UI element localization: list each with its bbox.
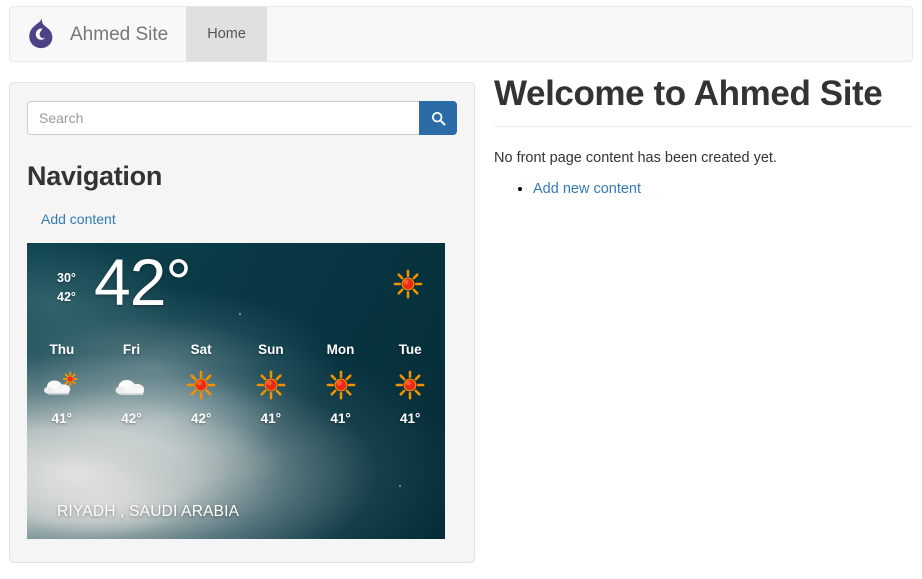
sun-icon — [306, 368, 376, 402]
sun-icon — [393, 269, 423, 299]
search-submit-button[interactable] — [419, 101, 457, 135]
forecast-day-name: Fri — [122, 341, 141, 357]
navbar-tabs: Home — [186, 7, 267, 61]
weather-high-low: 30° 42° — [57, 269, 76, 308]
forecast-day-name: Thu — [49, 341, 75, 357]
forecast-day: Mon 41° — [306, 343, 376, 426]
background-speck — [239, 312, 241, 315]
empty-state-text: No front page content has been created y… — [494, 150, 777, 167]
weather-high-temp: 42° — [57, 290, 76, 305]
forecast-day-temp: 42° — [190, 411, 212, 427]
forecast-day-temp: 41° — [260, 411, 282, 427]
tab-home[interactable]: Home — [186, 7, 267, 61]
forecast-day-name: Sat — [190, 341, 212, 357]
weather-forecast-row: Thu 41° Fri 42° Sat 42° Sun 41° Mon 41° … — [27, 343, 445, 426]
weather-location: RIYADH , SAUDI ARABIA — [57, 502, 240, 520]
forecast-day-name: Sun — [258, 341, 284, 357]
forecast-day: Tue 41° — [375, 343, 445, 426]
cloud-icon — [97, 368, 167, 402]
sun-icon — [236, 368, 306, 402]
drupal-drop-icon — [26, 17, 56, 51]
weather-low-temp: 30° — [57, 270, 76, 285]
forecast-day: Sun 41° — [236, 343, 306, 426]
sun-icon — [375, 368, 445, 402]
nav-link-add-content[interactable]: Add content — [27, 211, 116, 227]
navigation-heading: Navigation — [27, 161, 163, 191]
top-navbar: Ahmed Site Home — [9, 6, 913, 62]
forecast-day-name: Mon — [326, 341, 355, 357]
forecast-day-temp: 41° — [330, 411, 351, 427]
main-content: Welcome to Ahmed Site No front page cont… — [494, 74, 913, 203]
site-brand-link[interactable]: Ahmed Site — [10, 7, 186, 61]
sun-icon — [166, 368, 236, 402]
forecast-day-name: Tue — [398, 341, 422, 357]
link-add-new-content[interactable]: Add new content — [533, 181, 641, 197]
forecast-day-temp: 42° — [121, 411, 142, 427]
background-speck — [399, 484, 401, 487]
title-divider — [494, 126, 913, 128]
search-form — [27, 101, 457, 135]
navigation-links: Add content — [27, 211, 457, 229]
list-item: Add content — [27, 211, 457, 229]
page-title: Welcome to Ahmed Site — [494, 74, 883, 113]
sidebar-panel: Navigation Add content 30° 42° 42° — [9, 82, 475, 563]
forecast-day: Thu 41° — [27, 343, 97, 426]
search-icon — [431, 111, 446, 126]
weather-current-temp: 42° — [94, 244, 192, 319]
forecast-day-temp: 41° — [51, 411, 73, 427]
site-title: Ahmed Site — [70, 23, 169, 45]
list-item: Add new content — [533, 180, 913, 198]
forecast-day-temp: 41° — [399, 411, 421, 427]
main-links-list: Add new content — [494, 180, 913, 198]
weather-widget[interactable]: 30° 42° 42° Thu 41° Fri 42° Sat 42° Sun … — [27, 242, 445, 539]
forecast-day: Fri 42° — [97, 343, 167, 426]
cloud-sun-icon — [27, 368, 97, 402]
search-input[interactable] — [27, 101, 419, 135]
forecast-day: Sat 42° — [166, 343, 236, 426]
